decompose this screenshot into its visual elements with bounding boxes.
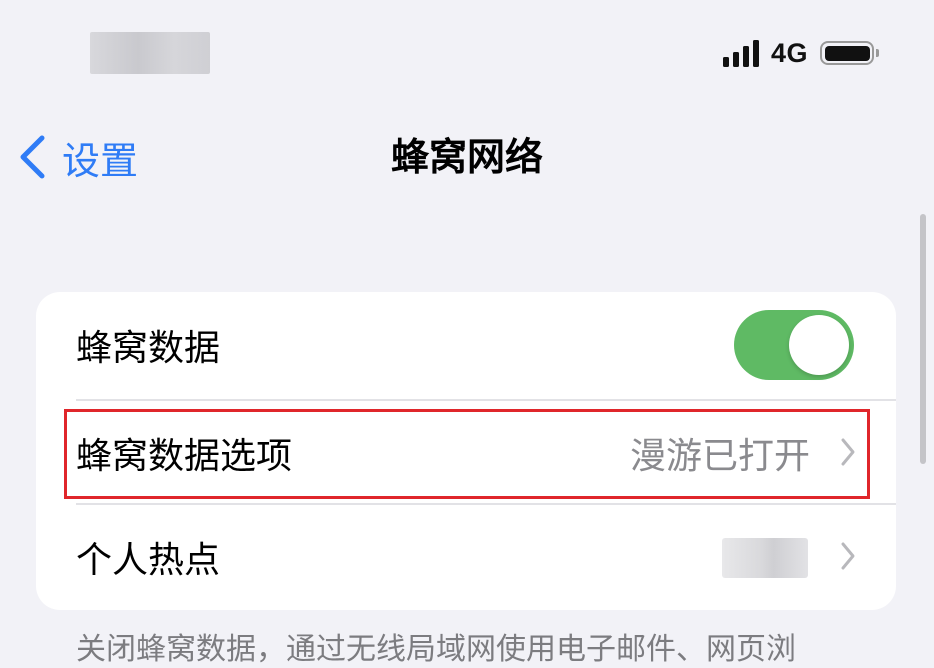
back-button[interactable]: 设置 xyxy=(18,130,138,184)
footer-note: 关闭蜂窝数据，通过无线局域网使用电子邮件、网页浏 xyxy=(76,632,796,667)
roaming-status-value: 漫游已打开 xyxy=(629,436,810,477)
signal-icon xyxy=(722,39,759,67)
back-chevron-icon xyxy=(18,135,46,179)
status-bar-right: 4G xyxy=(722,36,879,70)
row-cellular-data: 蜂窝数据 xyxy=(36,292,896,398)
row-label-cellular-data: 蜂窝数据 xyxy=(76,328,221,369)
toggle-knob xyxy=(789,315,849,375)
network-type: 4G xyxy=(770,37,808,68)
page-title: 蜂窝网络 xyxy=(390,135,543,179)
row-label-personal-hotspot: 个人热点 xyxy=(76,540,221,581)
row-cellular-data-options[interactable]: 蜂窝数据选项 漫游已打开 xyxy=(36,400,896,506)
scrollbar[interactable] xyxy=(920,214,926,464)
chevron-right-icon xyxy=(840,541,856,571)
chevron-right-icon xyxy=(840,437,856,467)
back-button-label: 设置 xyxy=(62,138,139,183)
row-personal-hotspot[interactable]: 个人热点 xyxy=(36,504,896,610)
battery-icon xyxy=(820,41,879,65)
hotspot-status-blurred xyxy=(722,538,808,578)
status-time-blurred xyxy=(90,32,210,74)
settings-group: 蜂窝数据 蜂窝数据选项 漫游已打开 个人热点 xyxy=(36,292,896,610)
row-label-cellular-data-options: 蜂窝数据选项 xyxy=(76,436,293,477)
cellular-data-toggle[interactable] xyxy=(734,310,854,380)
